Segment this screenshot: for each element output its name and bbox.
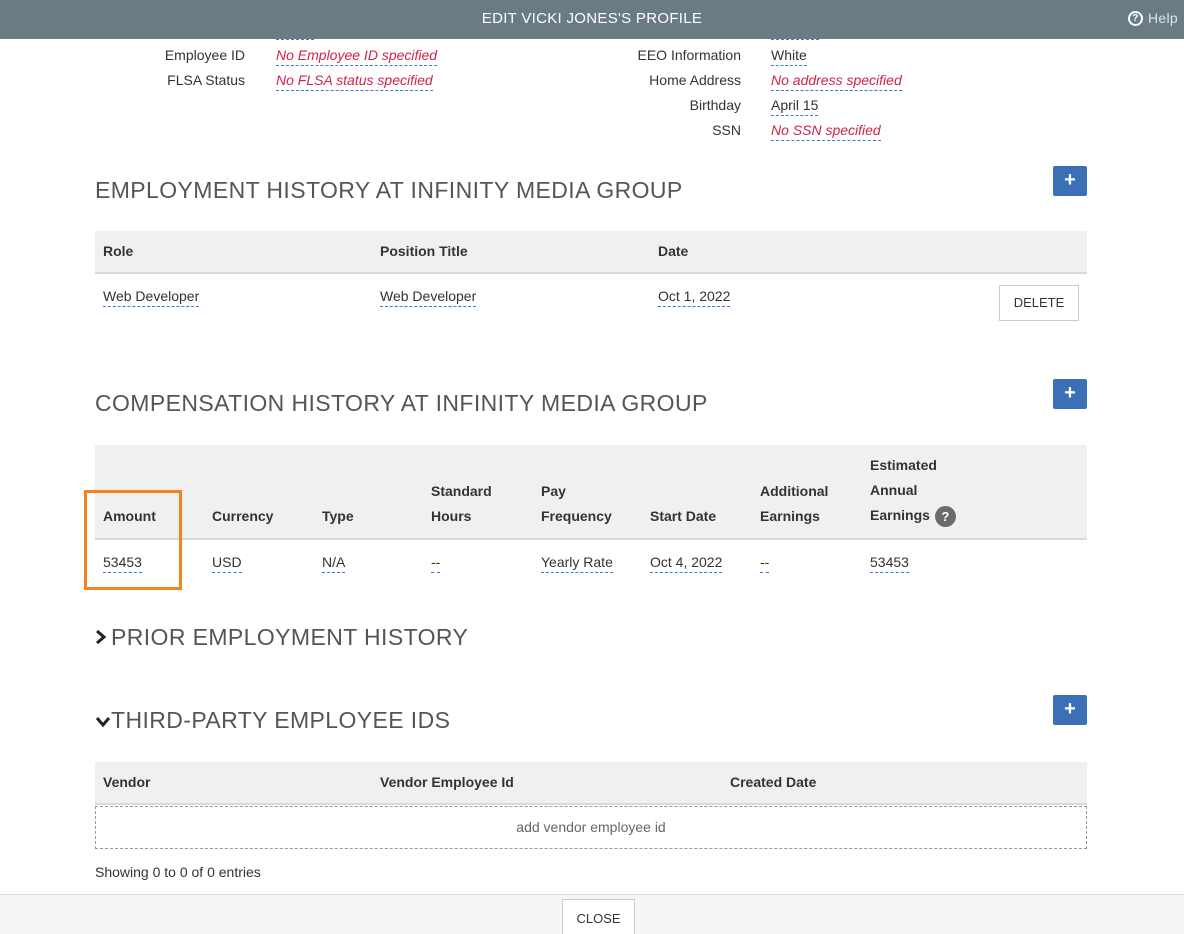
header-line: Additional: [760, 483, 829, 499]
additional-earnings-value[interactable]: --: [760, 554, 770, 573]
start-date-value[interactable]: Oct 4, 2022: [650, 554, 723, 573]
table-row: Web Developer Web Developer Oct 1, 2022 …: [95, 274, 1087, 334]
header-line: Frequency: [541, 508, 612, 524]
eeo-information-value[interactable]: White: [771, 47, 807, 66]
role-value[interactable]: Web Developer: [103, 288, 200, 307]
header-line: Earnings: [760, 508, 820, 524]
scrolled-field-underline: [276, 39, 314, 40]
prior-employment-toggle[interactable]: PRIOR EMPLOYMENT HISTORY: [95, 624, 468, 651]
help-label: Help: [1148, 10, 1178, 26]
table-header: Role Position Title Date: [95, 231, 1087, 274]
help-icon: ?: [1128, 11, 1143, 26]
modal-header: EDIT VICKI JONES'S PROFILE ? Help: [0, 0, 1184, 39]
header-created-date[interactable]: Created Date: [730, 770, 816, 795]
header-estimated-annual-earnings[interactable]: Estimated Annual Earnings?: [870, 453, 956, 528]
plus-icon: +: [1064, 698, 1076, 720]
header-standard-hours[interactable]: Standard Hours: [431, 479, 492, 529]
third-party-toggle[interactable]: THIRD-PARTY EMPLOYEE IDS: [95, 707, 450, 734]
field-label: FLSA Status: [167, 72, 245, 88]
field-label: Home Address: [649, 72, 741, 88]
help-link[interactable]: ? Help: [1128, 0, 1178, 37]
position-title-value[interactable]: Web Developer: [380, 288, 477, 307]
field-label: Birthday: [689, 97, 741, 113]
add-employment-button[interactable]: +: [1053, 166, 1087, 196]
header-position-title[interactable]: Position Title: [380, 239, 468, 264]
field-label: SSN: [712, 122, 741, 138]
header-additional-earnings[interactable]: Additional Earnings: [760, 479, 828, 529]
plus-icon: +: [1064, 169, 1076, 191]
table-header: Amount Currency Type Standard Hours Pay …: [95, 445, 1087, 540]
third-party-title: THIRD-PARTY EMPLOYEE IDS: [111, 707, 451, 733]
question-icon[interactable]: ?: [934, 505, 956, 527]
delete-button[interactable]: DELETE: [999, 285, 1079, 321]
header-line: Earnings: [870, 507, 930, 523]
header-vendor-employee-id[interactable]: Vendor Employee Id: [380, 770, 514, 795]
modal-body[interactable]: Employee ID No Employee ID specified FLS…: [0, 39, 1184, 895]
flsa-status-value[interactable]: No FLSA status specified: [276, 72, 433, 91]
table-row: 53453 USD N/A -- Yearly Rate Oct 4, 2022…: [95, 540, 1087, 590]
compensation-history-title: COMPENSATION HISTORY AT INFINITY MEDIA G…: [95, 390, 708, 416]
entries-count: Showing 0 to 0 of 0 entries: [95, 864, 261, 880]
employee-id-value[interactable]: No Employee ID specified: [276, 47, 438, 66]
header-currency[interactable]: Currency: [212, 504, 273, 529]
header-line: Annual: [870, 482, 918, 498]
header-vendor[interactable]: Vendor: [103, 770, 150, 795]
estimated-earnings-value[interactable]: 53453: [870, 554, 909, 573]
header-start-date[interactable]: Start Date: [650, 504, 716, 529]
amount-highlight-box: [84, 490, 182, 590]
add-vendor-employee-id[interactable]: add vendor employee id: [95, 806, 1087, 849]
type-value[interactable]: N/A: [322, 554, 346, 573]
header-role[interactable]: Role: [103, 239, 133, 264]
header-line: Estimated: [870, 457, 937, 473]
vendor-table: Vendor Vendor Employee Id Created Date: [95, 762, 1087, 805]
pay-frequency-value[interactable]: Yearly Rate: [541, 554, 613, 573]
table-header: Vendor Vendor Employee Id Created Date: [95, 762, 1087, 805]
ssn-value[interactable]: No SSN specified: [771, 122, 881, 141]
birthday-value[interactable]: April 15: [771, 97, 819, 116]
header-type[interactable]: Type: [322, 504, 354, 529]
add-vendor-id-button[interactable]: +: [1053, 695, 1087, 725]
chevron-down-icon: [95, 715, 111, 733]
prior-employment-title: PRIOR EMPLOYMENT HISTORY: [111, 624, 469, 650]
modal-title: EDIT VICKI JONES'S PROFILE: [481, 10, 703, 27]
currency-value[interactable]: USD: [212, 554, 242, 573]
header-line: Pay: [541, 483, 566, 499]
chevron-right-icon: [95, 629, 111, 650]
home-address-value[interactable]: No address specified: [771, 72, 902, 91]
modal-footer: CLOSE: [0, 894, 1184, 934]
header-line: Hours: [431, 508, 472, 524]
header-date[interactable]: Date: [658, 239, 688, 264]
header-line: Standard: [431, 483, 492, 499]
close-button[interactable]: CLOSE: [562, 899, 635, 934]
header-pay-frequency[interactable]: Pay Frequency: [541, 479, 612, 529]
employment-history-title: EMPLOYMENT HISTORY AT INFINITY MEDIA GRO…: [95, 177, 683, 203]
employment-table: Role Position Title Date Web Developer W…: [95, 231, 1087, 334]
compensation-table: Amount Currency Type Standard Hours Pay …: [95, 445, 1087, 590]
date-value[interactable]: Oct 1, 2022: [658, 288, 731, 307]
standard-hours-value[interactable]: --: [431, 554, 441, 573]
field-label: Employee ID: [164, 47, 245, 63]
add-compensation-button[interactable]: +: [1053, 379, 1087, 409]
field-label: EEO Information: [637, 47, 742, 63]
scrolled-field-underline: [771, 39, 819, 40]
plus-icon: +: [1064, 382, 1076, 404]
